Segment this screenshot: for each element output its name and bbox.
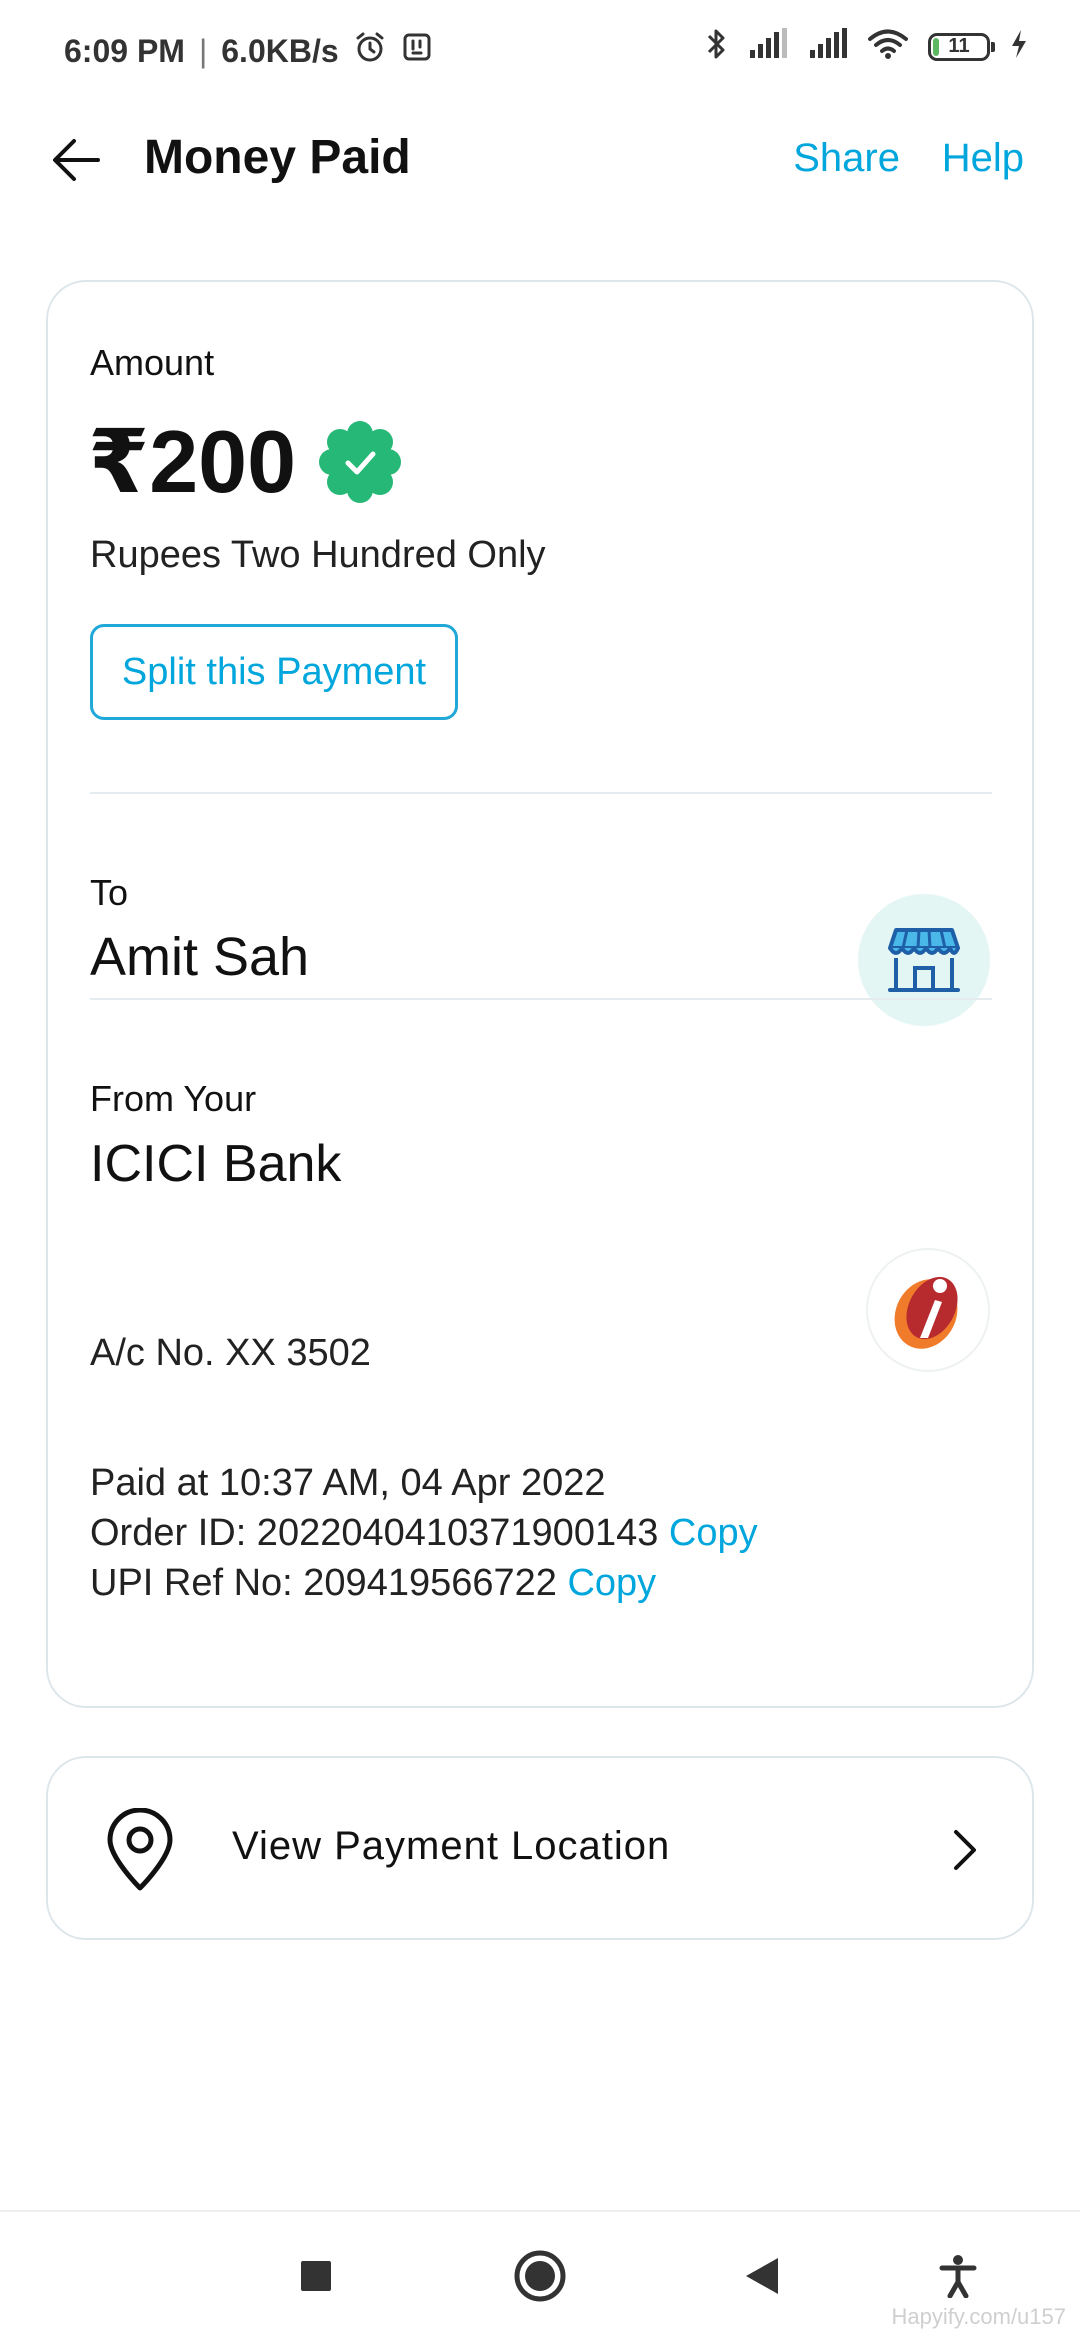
share-link[interactable]: Share bbox=[793, 136, 900, 181]
back-nav-button[interactable] bbox=[732, 2246, 792, 2306]
view-location-card[interactable]: View Payment Location bbox=[46, 1756, 1034, 1940]
alarm-icon bbox=[353, 30, 387, 72]
upi-ref-text: UPI Ref No: 209419566722 bbox=[90, 1562, 557, 1604]
circle-icon bbox=[514, 2250, 566, 2302]
status-icons: 11 bbox=[706, 26, 1028, 67]
signal-icon bbox=[808, 28, 848, 65]
bluetooth-icon bbox=[706, 26, 728, 67]
app-header: Money Paid Share Help bbox=[0, 110, 1080, 210]
page-title: Money Paid bbox=[144, 131, 411, 184]
watermark: Hapyify.com/u157 bbox=[891, 2304, 1066, 2329]
recipient-name: Amit Sah bbox=[90, 927, 310, 987]
accessibility-icon bbox=[939, 2255, 977, 2298]
amount-row: ₹200 bbox=[88, 418, 402, 506]
view-location-label: View Payment Location bbox=[232, 1824, 671, 1868]
battery-fill bbox=[933, 37, 939, 56]
copy-upi-ref-link[interactable]: Copy bbox=[567, 1562, 656, 1604]
status-bar: 6:09 PM | 6.0KB/s 11 bbox=[0, 0, 1080, 100]
status-left: 6:09 PM | 6.0KB/s bbox=[64, 30, 433, 72]
amount-label: Amount bbox=[90, 342, 215, 383]
copy-order-id-link[interactable]: Copy bbox=[669, 1512, 758, 1554]
recents-button[interactable] bbox=[286, 2246, 346, 2306]
status-separator: | bbox=[198, 32, 208, 69]
signal-icon bbox=[748, 28, 788, 65]
battery-level: 11 bbox=[948, 35, 970, 57]
upi-ref-row: UPI Ref No: 209419566722 Copy bbox=[90, 1562, 656, 1605]
wifi-icon bbox=[868, 28, 908, 65]
charging-icon bbox=[1010, 29, 1028, 64]
order-id-text: Order ID: 2022040410371900143 bbox=[90, 1512, 659, 1554]
chevron-right-icon bbox=[954, 1830, 976, 1870]
order-id-row: Order ID: 2022040410371900143 Copy bbox=[90, 1512, 758, 1555]
bank-name: ICICI Bank bbox=[90, 1135, 342, 1193]
paid-at-text: Paid at 10:37 AM, 04 Apr 2022 bbox=[90, 1462, 606, 1504]
notification-icon bbox=[401, 31, 433, 71]
store-icon bbox=[888, 928, 960, 992]
back-arrow-icon bbox=[53, 139, 100, 181]
account-number: A/c No. XX 3502 bbox=[90, 1332, 371, 1374]
back-button[interactable] bbox=[40, 128, 112, 192]
amount-value: ₹200 bbox=[88, 412, 297, 511]
system-nav-bar: Hapyify.com/u157 bbox=[0, 2210, 1080, 2340]
location-pin-icon bbox=[107, 1808, 173, 1891]
status-time: 6:09 PM bbox=[64, 32, 185, 69]
home-button[interactable] bbox=[510, 2246, 570, 2306]
source-label: From Your bbox=[90, 1078, 257, 1119]
accessibility-button[interactable] bbox=[928, 2246, 988, 2306]
battery-icon: 11 bbox=[928, 32, 995, 61]
triangle-back-icon bbox=[746, 2258, 778, 2294]
merchant-avatar bbox=[858, 894, 990, 1026]
network-speed: 6.0KB/s bbox=[221, 32, 339, 69]
amount-in-words: Rupees Two Hundred Only bbox=[90, 534, 546, 576]
verified-badge-icon bbox=[318, 420, 402, 504]
divider bbox=[90, 998, 992, 1000]
divider bbox=[90, 792, 992, 794]
transaction-card: Amount ₹200 Rupees Two Hundred Only Spli… bbox=[46, 280, 1034, 1708]
help-link[interactable]: Help bbox=[942, 136, 1024, 181]
recipient-label: To bbox=[90, 872, 129, 913]
icici-logo-icon bbox=[866, 1248, 990, 1372]
square-icon bbox=[301, 2261, 331, 2291]
split-payment-button[interactable]: Split this Payment bbox=[90, 624, 458, 720]
